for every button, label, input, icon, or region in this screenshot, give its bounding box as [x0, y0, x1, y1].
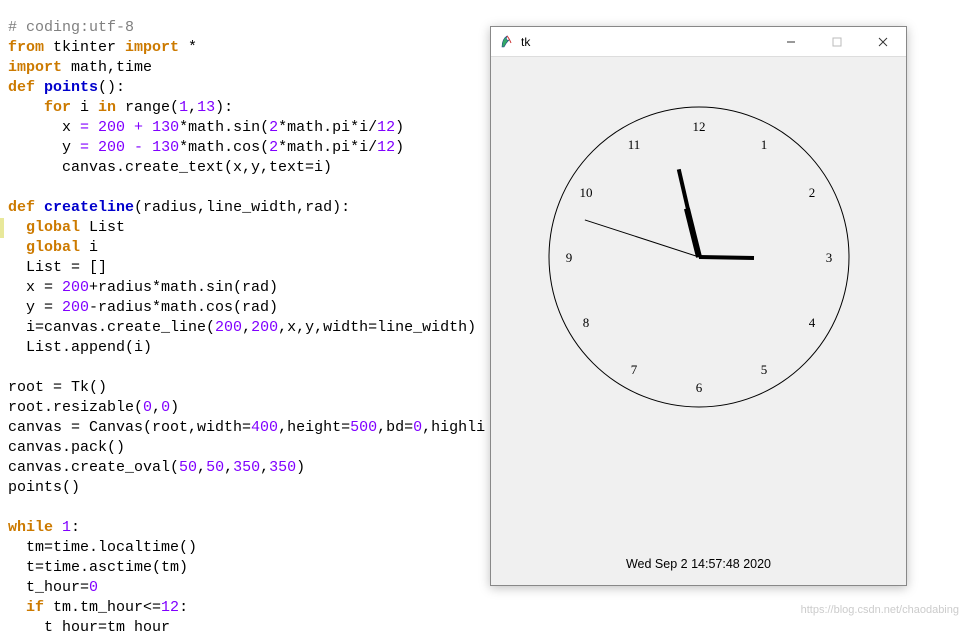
code-line: canvas.pack(): [8, 439, 125, 456]
code-line: List = []: [8, 259, 107, 276]
kw-if: if: [8, 599, 44, 616]
numeral-10: 10: [580, 185, 593, 200]
titlebar-buttons: [768, 27, 906, 57]
minute-hand: [679, 169, 699, 257]
code-line: root = Tk(): [8, 379, 107, 396]
code-line: List.append(i): [8, 339, 152, 356]
titlebar[interactable]: tk: [491, 27, 906, 57]
kw-global: global: [8, 239, 80, 256]
stub-line: [699, 257, 754, 258]
close-button[interactable]: [860, 27, 906, 57]
tk-window: tk 12 1 2 3 4 5 6 7 8 9 10: [490, 26, 907, 586]
code-line: # coding:utf-8: [8, 19, 134, 36]
numeral-11: 11: [628, 137, 641, 152]
kw-for: for: [8, 99, 71, 116]
tk-feather-icon: [499, 34, 515, 50]
kw-def: def: [8, 199, 35, 216]
kw-def: def: [8, 79, 35, 96]
time-text: Wed Sep 2 14:57:48 2020: [491, 557, 906, 571]
numeral-12: 12: [693, 119, 706, 134]
numeral-9: 9: [566, 250, 573, 265]
numeral-6: 6: [696, 380, 703, 395]
kw-global: global: [8, 219, 80, 236]
code-line: points(): [8, 479, 80, 496]
numeral-2: 2: [809, 185, 816, 200]
numeral-5: 5: [761, 362, 768, 377]
gutter-highlight: [0, 218, 4, 238]
kw-import: import: [125, 39, 179, 56]
tk-canvas: 12 1 2 3 4 5 6 7 8 9 10 11 Wed Sep 2 14:…: [491, 57, 906, 585]
close-icon: [878, 37, 888, 47]
clock-svg: 12 1 2 3 4 5 6 7 8 9 10 11: [499, 57, 899, 557]
code-line: t=time.asctime(tm): [8, 559, 188, 576]
code-line: tm=time.localtime(): [8, 539, 197, 556]
code-editor: # coding:utf-8 from tkinter import * imp…: [8, 0, 508, 638]
kw-import: import: [8, 59, 62, 76]
maximize-button: [814, 27, 860, 57]
kw-while: while: [8, 519, 62, 536]
watermark-text: https://blog.csdn.net/chaodabing: [801, 604, 959, 616]
numeral-3: 3: [826, 250, 833, 265]
kw-from: from: [8, 39, 44, 56]
maximize-icon: [832, 37, 842, 47]
numeral-8: 8: [583, 315, 590, 330]
numeral-7: 7: [631, 362, 638, 377]
code-line: canvas.create_text(x,y,text=i): [8, 159, 332, 176]
second-hand: [585, 220, 699, 257]
numeral-4: 4: [809, 315, 816, 330]
numeral-1: 1: [761, 137, 768, 152]
code-line: t hour=tm hour: [8, 619, 170, 636]
minimize-icon: [786, 37, 796, 47]
window-title: tk: [521, 35, 530, 49]
minimize-button[interactable]: [768, 27, 814, 57]
